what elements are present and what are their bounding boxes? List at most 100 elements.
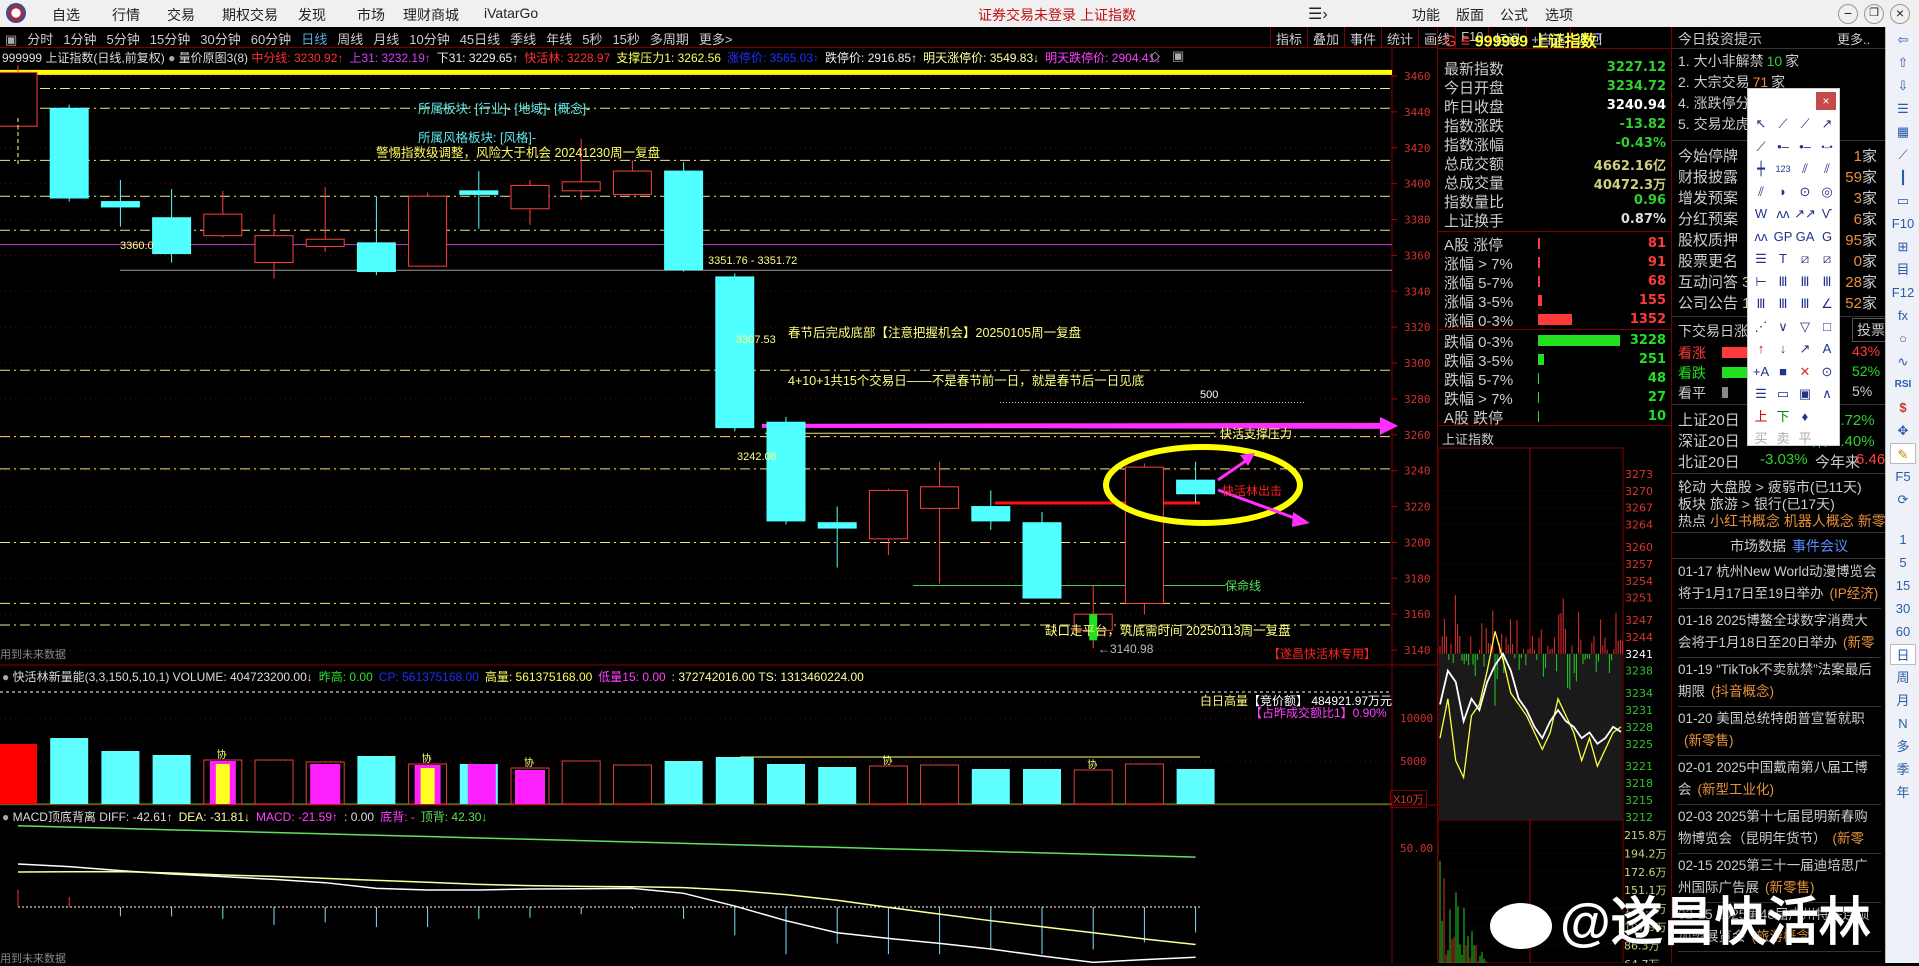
candle[interactable] xyxy=(100,180,140,227)
drawing-tool-icon[interactable]: GP xyxy=(1772,226,1794,248)
drawing-tool-icon[interactable]: •–• xyxy=(1816,136,1838,158)
drawing-tool-icon[interactable]: ↗↗ xyxy=(1794,203,1816,225)
down-arrow-icon[interactable]: ⇩ xyxy=(1890,75,1916,96)
candle[interactable] xyxy=(971,490,1011,530)
event-item[interactable]: 01-20 美国总统特朗普宣誓就职 (新零售) xyxy=(1678,708,1881,756)
candle[interactable] xyxy=(868,488,908,555)
period-button-月[interactable]: 月 xyxy=(1890,690,1916,711)
event-item[interactable]: 01-19 “TikTok不卖就禁”法案最后期限 (抖音概念) xyxy=(1678,659,1881,707)
candle[interactable] xyxy=(203,190,243,238)
drawing-tool-icon[interactable]: ʌʌ xyxy=(1772,203,1794,225)
f12-icon[interactable]: F12 xyxy=(1890,282,1916,303)
volume-bar[interactable] xyxy=(561,760,601,805)
event-tag[interactable]: (新零售) xyxy=(1684,733,1734,748)
candle[interactable] xyxy=(254,214,294,279)
drawing-tool-icon[interactable]: ⟋ xyxy=(1794,113,1816,135)
event-item[interactable]: 02-01 2025中国戴南第八届工博会 (新型工业化) xyxy=(1678,757,1881,805)
up-arrow-icon[interactable]: ⇧ xyxy=(1890,52,1916,73)
volume-bar[interactable] xyxy=(459,764,498,804)
drawing-tool-icon[interactable]: ∨ xyxy=(1772,316,1794,338)
drawing-tool-icon[interactable]: ⊙ xyxy=(1816,361,1838,383)
drawing-tool-icon[interactable]: ┿ xyxy=(1750,158,1772,180)
drawing-tool-icon[interactable]: G xyxy=(1816,226,1838,248)
drawing-tool-icon[interactable]: 下 xyxy=(1772,406,1794,428)
drawing-tool-icon[interactable]: ▣ xyxy=(1794,383,1816,405)
candle[interactable] xyxy=(356,196,396,276)
volume-bar[interactable] xyxy=(715,757,754,804)
volume-bar[interactable] xyxy=(920,764,960,805)
event-item[interactable]: 01-18 2025博鳌全球数字消费大会将于1月18日至20日举办(新零售) xyxy=(1678,610,1881,658)
period-button-15[interactable]: 15 xyxy=(1890,575,1916,596)
minimize-button[interactable]: − xyxy=(1838,4,1858,24)
candle[interactable] xyxy=(612,160,652,195)
tip-item[interactable]: 1. 大小非解禁 10 家 xyxy=(1678,51,1881,71)
right-menu-1[interactable]: 版面 xyxy=(1456,5,1484,25)
candle[interactable] xyxy=(766,416,806,525)
event-tag[interactable]: (IP经济) xyxy=(1830,586,1879,601)
drawing-tool-icon[interactable]: ■ xyxy=(1772,361,1794,383)
drawing-tool-icon[interactable]: ↗ xyxy=(1794,338,1816,360)
volume-bar[interactable] xyxy=(971,768,1010,804)
drawing-tool-icon[interactable]: ▽ xyxy=(1794,316,1816,338)
volume-bar[interactable] xyxy=(664,761,703,804)
volume-bar[interactable]: 协 xyxy=(510,756,550,805)
period-button-日[interactable]: 日 xyxy=(1890,644,1916,665)
drawing-tool-icon[interactable]: ⊢ xyxy=(1750,271,1772,293)
candlestick-icon[interactable]: ┃ xyxy=(1890,167,1916,188)
checklist-icon[interactable]: ☰ xyxy=(1890,98,1916,119)
right-menu-3[interactable]: 选项 xyxy=(1545,5,1573,25)
drawing-tool-icon[interactable]: ⊙ xyxy=(1794,181,1816,203)
volume-bar[interactable] xyxy=(818,767,857,804)
drawing-tool-icon[interactable]: ◎ xyxy=(1816,181,1838,203)
line-chart-icon[interactable]: ⟋ xyxy=(1890,144,1916,165)
hot-topics[interactable]: 小红书概念 机器人概念 新零售 xyxy=(1710,511,1900,531)
drawing-tool-icon[interactable]: 卖 xyxy=(1772,428,1794,450)
wave-icon[interactable]: ∿ xyxy=(1890,351,1916,372)
volume-bar[interactable] xyxy=(152,754,191,804)
drawing-tool-icon[interactable]: ⫽ xyxy=(1750,181,1772,203)
volume-bar[interactable] xyxy=(1176,768,1215,804)
volume-bar[interactable] xyxy=(357,756,396,804)
drawing-tool-icon[interactable]: T xyxy=(1772,248,1794,270)
right-menu-2[interactable]: 公式 xyxy=(1500,5,1528,25)
drawing-tool-icon[interactable]: ⫽ xyxy=(1816,158,1838,180)
drawing-tool-icon[interactable]: ☰ xyxy=(1750,383,1772,405)
drawing-tool-icon[interactable]: ▭ xyxy=(1772,383,1794,405)
tree-icon[interactable]: ⊞ xyxy=(1890,236,1916,257)
drawing-tool-icon[interactable]: A xyxy=(1816,338,1838,360)
sector-label[interactable]: 所属板块: [行业]- [地域]- [概念]- xyxy=(418,98,590,117)
drawing-tool-icon[interactable]: ✕ xyxy=(1794,361,1816,383)
rsi-icon[interactable]: RSI xyxy=(1890,374,1916,395)
event-tag[interactable]: (新型工业化) xyxy=(1698,782,1775,797)
candle[interactable] xyxy=(1124,463,1164,615)
refresh-icon[interactable]: ⟳ xyxy=(1890,489,1916,510)
f10-icon[interactable]: F10 xyxy=(1890,213,1916,234)
book-icon[interactable]: 目 xyxy=(1890,259,1916,280)
close-button[interactable]: × xyxy=(1890,4,1910,24)
period-button-60[interactable]: 60 xyxy=(1890,621,1916,642)
money-icon[interactable]: $ xyxy=(1890,397,1916,418)
period-button-30[interactable]: 30 xyxy=(1890,598,1916,619)
drawing-tool-icon[interactable]: Ⅲ xyxy=(1750,293,1772,315)
candle[interactable] xyxy=(49,104,89,202)
indicator-dropdown-icon[interactable]: ● xyxy=(2,670,13,684)
fx-icon[interactable]: fx xyxy=(1890,305,1916,326)
drawing-tool-icon[interactable]: ⟋ xyxy=(1772,113,1794,135)
drawing-tool-icon[interactable]: ↗ xyxy=(1816,113,1838,135)
volume-bar[interactable] xyxy=(1124,763,1164,805)
drawing-tool-icon[interactable]: ⫽ xyxy=(1794,158,1816,180)
period-button-1[interactable]: 1 xyxy=(1890,529,1916,550)
period-button-年[interactable]: 年 xyxy=(1890,782,1916,803)
drawing-tool-icon[interactable]: ♦ xyxy=(1794,406,1816,428)
period-button-周[interactable]: 周 xyxy=(1890,667,1916,688)
drawing-tool-icon[interactable]: ʌʌ xyxy=(1750,226,1772,248)
drawing-tool-icon[interactable]: 上 xyxy=(1750,406,1772,428)
candle[interactable] xyxy=(305,187,345,252)
drawing-tool-icon[interactable]: Ⅲ xyxy=(1772,271,1794,293)
volume-bar[interactable] xyxy=(50,738,89,804)
candle[interactable] xyxy=(510,180,550,225)
window-icon[interactable]: ▭ xyxy=(1890,190,1916,211)
period-button-N[interactable]: N xyxy=(1890,713,1916,734)
drawing-tool-icon[interactable]: ∧ xyxy=(1816,383,1838,405)
circle-icon[interactable]: ○ xyxy=(1890,328,1916,349)
